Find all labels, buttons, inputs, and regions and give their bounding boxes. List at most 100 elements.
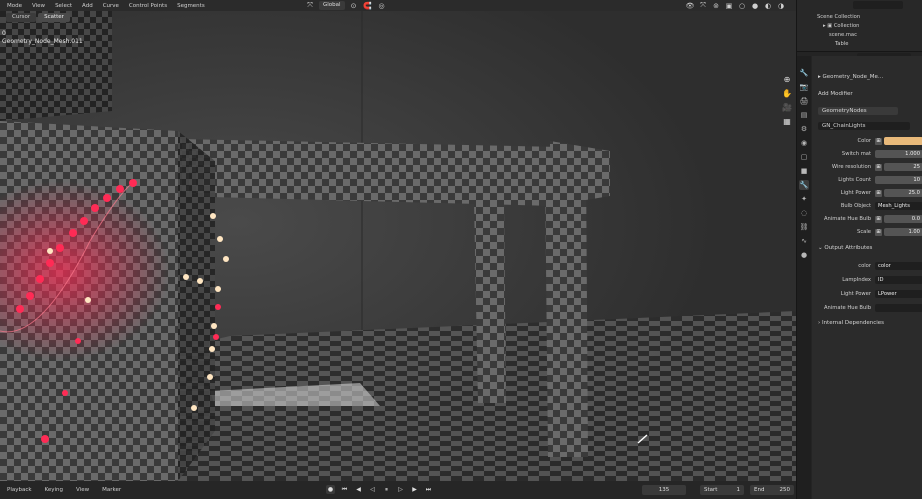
curve-menu[interactable]: Curve [98, 3, 124, 9]
add-menu[interactable]: Add [77, 3, 98, 9]
pivot-icon[interactable]: ⊙ [349, 1, 359, 10]
jump-start-icon[interactable]: ⏮ [340, 485, 349, 494]
select-menu[interactable]: Select [50, 3, 77, 9]
switch-mat-field[interactable]: 1.000 [875, 150, 922, 158]
prop-label: Lights Count [838, 177, 871, 183]
camera-icon[interactable]: 🎥 [782, 103, 792, 113]
modifier-tab-icon[interactable]: 🔧 [799, 180, 809, 190]
timeline-view-menu[interactable]: View [71, 487, 94, 493]
output-lampindex-field[interactable]: ID [875, 276, 922, 284]
overlay-icon[interactable]: ⊚ [711, 1, 721, 10]
mode-menu[interactable]: Mode [2, 3, 27, 9]
shading-solid-icon[interactable]: ● [750, 1, 760, 10]
input-toggle-icon[interactable]: ⊞ [875, 137, 882, 145]
prop-label: Light Power [840, 291, 871, 297]
animate-hue-field[interactable]: 0.0 [884, 215, 922, 223]
constraints-tab-icon[interactable]: ⛓ [799, 222, 809, 232]
end-frame-field[interactable]: End 250 [750, 485, 794, 495]
visibility-icon[interactable]: 👁 [685, 1, 695, 10]
input-toggle-icon[interactable]: ⊞ [875, 189, 882, 197]
output-light-power-field[interactable]: LPower [875, 290, 922, 298]
end-value: 250 [779, 487, 791, 493]
playback-controls: ● ⏮ ◀ ◁ ⏸ ▷ ▶ ⏭ [326, 485, 433, 494]
output-color-field[interactable]: color [875, 262, 922, 270]
view-layer-tab-icon[interactable]: ▤ [799, 110, 809, 120]
light-power-field[interactable]: 25.0 [884, 189, 922, 197]
prev-key-icon[interactable]: ◀ [354, 485, 363, 494]
bulb-object-field[interactable]: Mesh_Lights [875, 202, 922, 210]
outliner-search-input[interactable] [853, 1, 903, 9]
shading-wire-icon[interactable]: ○ [737, 1, 747, 10]
view-menu[interactable]: View [27, 3, 50, 9]
next-key-icon[interactable]: ▶ [410, 485, 419, 494]
add-modifier-button[interactable]: Add Modifier [818, 91, 853, 97]
data-tab-icon[interactable]: ∿ [799, 236, 809, 246]
timeline-bar: Playback Keying View Marker ● ⏮ ◀ ◁ ⏸ ▷ … [0, 481, 796, 499]
grid-view-icon[interactable]: ▦ [782, 117, 792, 127]
tool-tab-icon[interactable]: 🔧 [799, 68, 809, 78]
world-tab-icon[interactable]: ◉ [799, 138, 809, 148]
outliner-table: Table [835, 41, 849, 47]
record-icon[interactable]: ● [326, 485, 335, 494]
playback-menu[interactable]: Playback [2, 487, 37, 493]
collection-tab-icon[interactable]: ▢ [799, 152, 809, 162]
3d-viewport[interactable]: 0 Geometry_Node_Mesh.011 ⊕ ✋ 🎥 ▦ [0, 11, 796, 481]
scene-tab-icon[interactable]: ⚙ [799, 124, 809, 134]
keying-menu[interactable]: Keying [40, 487, 68, 493]
navigation-gizmos: ⊕ ✋ 🎥 ▦ [782, 75, 792, 127]
orientation-icon[interactable]: ⤧ [305, 1, 315, 10]
transform-orientation-dropdown[interactable]: Global [319, 1, 345, 10]
particles-tab-icon[interactable]: ✦ [799, 194, 809, 204]
play-icon[interactable]: ▷ [396, 485, 405, 494]
outliner-row[interactable]: Scene Collection [797, 13, 922, 21]
snap-icon[interactable]: 🧲 [363, 1, 373, 10]
prop-label: Animate Hue Bulb [824, 305, 871, 311]
pan-hand-icon[interactable]: ✋ [782, 89, 792, 99]
wire-resolution-field[interactable]: 25 [884, 163, 922, 171]
lights-count-field[interactable]: 10 [875, 176, 922, 184]
object-name-header: ▸ Geometry_Node_Me… [818, 74, 884, 80]
input-toggle-icon[interactable]: ⊞ [875, 163, 882, 171]
prop-label: Animate Hue Bulb [824, 216, 871, 222]
scale-field[interactable]: 1.00 [884, 228, 922, 236]
right-panel: Scene Collection ▸ ▣ Collection scene.ma… [796, 0, 922, 499]
jump-end-icon[interactable]: ⏭ [424, 485, 433, 494]
internal-dependencies-header[interactable]: › Internal Dependencies [818, 320, 884, 326]
current-frame-field[interactable]: 135 [642, 485, 686, 495]
render-tab-icon[interactable]: 📷 [799, 82, 809, 92]
play-reverse-icon[interactable]: ◁ [368, 485, 377, 494]
tab-cursor[interactable]: Cursor [6, 12, 37, 22]
prop-row: Animate Hue Bulb ⊞ 0.0 [812, 214, 922, 224]
input-toggle-icon[interactable]: ⊞ [875, 228, 882, 236]
proportional-edit-icon[interactable]: ◎ [377, 1, 387, 10]
outliner-row[interactable]: ▸ ▣ Collection [797, 22, 922, 30]
control-points-menu[interactable]: Control Points [124, 3, 172, 9]
node-group-field[interactable]: GN_ChainLights [818, 122, 910, 130]
output-animate-hue-field[interactable] [875, 304, 922, 312]
start-label: Start [704, 487, 718, 493]
output-tab-icon[interactable]: 🖨 [799, 96, 809, 106]
object-tab-icon[interactable]: ■ [799, 166, 809, 176]
xray-icon[interactable]: ▣ [724, 1, 734, 10]
outliner-row[interactable]: Table [797, 40, 922, 48]
zoom-icon[interactable]: ⊕ [782, 75, 792, 85]
tab-scatter[interactable]: Scatter [38, 12, 70, 22]
input-toggle-icon[interactable]: ⊞ [875, 215, 882, 223]
pause-icon[interactable]: ⏸ [382, 485, 391, 494]
scene-render [0, 11, 796, 481]
outliner-row[interactable]: scene.mac [797, 31, 922, 39]
prop-label: Light Power [840, 190, 871, 196]
internal-dependencies-label: Internal Dependencies [821, 320, 885, 326]
physics-tab-icon[interactable]: ◌ [799, 208, 809, 218]
color-field[interactable] [884, 137, 922, 145]
material-tab-icon[interactable]: ● [799, 250, 809, 260]
gizmo-icon[interactable]: ⤧ [698, 1, 708, 10]
start-frame-field[interactable]: Start 1 [700, 485, 744, 495]
modifier-name-field[interactable]: GeometryNodes [818, 107, 898, 115]
shading-render-icon[interactable]: ◑ [776, 1, 786, 10]
output-attributes-header[interactable]: ⌄ Output Attributes [818, 245, 872, 251]
segments-menu[interactable]: Segments [172, 3, 210, 9]
prop-label: color [858, 263, 871, 269]
marker-menu[interactable]: Marker [97, 487, 126, 493]
shading-material-icon[interactable]: ◐ [763, 1, 773, 10]
